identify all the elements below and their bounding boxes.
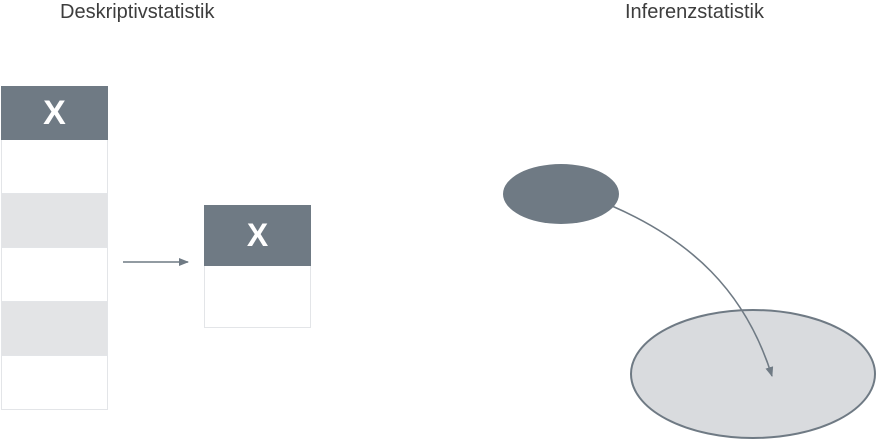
population-ellipse [630, 309, 876, 439]
sample-ellipse [503, 164, 619, 224]
data-table: X [1, 86, 108, 410]
data-row [1, 140, 108, 194]
inferential-title: Inferenzstatistik [625, 1, 764, 23]
data-table-header: X [1, 86, 108, 140]
data-row [1, 194, 108, 248]
summary-row [204, 266, 311, 328]
data-row [1, 302, 108, 356]
diagram-graphics [123, 164, 876, 439]
summary-table-header: X [204, 205, 311, 266]
data-row [1, 356, 108, 410]
summary-table: X [204, 205, 311, 328]
data-row [1, 248, 108, 302]
inference-arrow [611, 205, 774, 377]
descriptive-title: Deskriptivstatistik [60, 1, 215, 23]
